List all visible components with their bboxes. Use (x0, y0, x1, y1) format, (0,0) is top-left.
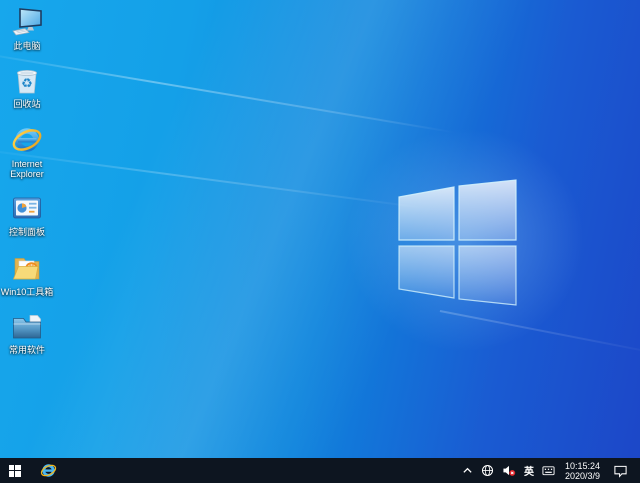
desktop-icon-this-pc[interactable]: 此电脑 (0, 6, 56, 51)
this-pc-icon (11, 6, 43, 38)
taskbar-internet-explorer-button[interactable] (34, 458, 63, 483)
taskbar-clock[interactable]: 10:15:24 2020/3/9 (559, 461, 606, 481)
internet-explorer-icon (11, 124, 43, 156)
recycle-bin-icon: ♻ (11, 64, 43, 96)
desktop-icon-label: 常用软件 (9, 345, 45, 355)
wallpaper-ray (0, 150, 428, 209)
speaker-muted-icon (502, 464, 516, 477)
touch-keyboard-icon (542, 464, 555, 477)
internet-explorer-icon (40, 462, 57, 479)
windows-logo (396, 176, 520, 307)
desktop-icon-control-panel[interactable]: 控制面板 (0, 192, 56, 237)
system-tray: 英 10:15:24 2020/3/9 (458, 458, 640, 483)
taskbar: 英 10:15:24 2020/3/9 (0, 458, 640, 483)
svg-text:♻: ♻ (21, 77, 33, 92)
start-button[interactable] (0, 458, 29, 483)
notifications-bubble-icon (613, 464, 628, 478)
show-hidden-icons-button[interactable] (458, 458, 477, 483)
network-tray-button[interactable] (477, 458, 498, 483)
windows-start-icon (9, 465, 21, 477)
clock-date: 2020/3/9 (565, 471, 600, 481)
desktop-icon-label: Internet Explorer (0, 159, 56, 179)
action-center-button[interactable] (606, 458, 635, 483)
desktop-icon-label: 回收站 (13, 99, 40, 109)
wallpaper-logo-glow (300, 85, 630, 395)
desktop-icon-internet-explorer[interactable]: Internet Explorer (0, 124, 56, 179)
globe-icon (481, 464, 494, 477)
control-panel-icon (11, 192, 43, 224)
chevron-up-icon (462, 465, 473, 476)
wallpaper-ray (440, 310, 640, 357)
screen: 此电脑 ♻ 回收站 (0, 0, 640, 483)
touch-keyboard-button[interactable] (538, 458, 559, 483)
desktop-icon-label: Win10工具箱 (1, 287, 54, 297)
desktop-surface[interactable]: 此电脑 ♻ 回收站 (0, 0, 640, 458)
desktop-icon-common-software[interactable]: 常用软件 (0, 310, 56, 355)
clock-time: 10:15:24 (565, 461, 600, 471)
desktop-icon-label: 控制面板 (9, 227, 45, 237)
desktop-icon-win10-toolbox[interactable]: Win10工具箱 (0, 252, 56, 297)
ime-language-indicator[interactable]: 英 (520, 458, 538, 483)
wallpaper-ray (0, 54, 456, 133)
desktop-icon-label: 此电脑 (13, 41, 40, 51)
folder-toolbox-icon (11, 252, 43, 284)
volume-tray-button[interactable] (498, 458, 520, 483)
desktop-icon-recycle-bin[interactable]: ♻ 回收站 (0, 64, 56, 109)
folder-software-icon (11, 310, 43, 342)
wallpaper-light-beam (0, 0, 640, 458)
